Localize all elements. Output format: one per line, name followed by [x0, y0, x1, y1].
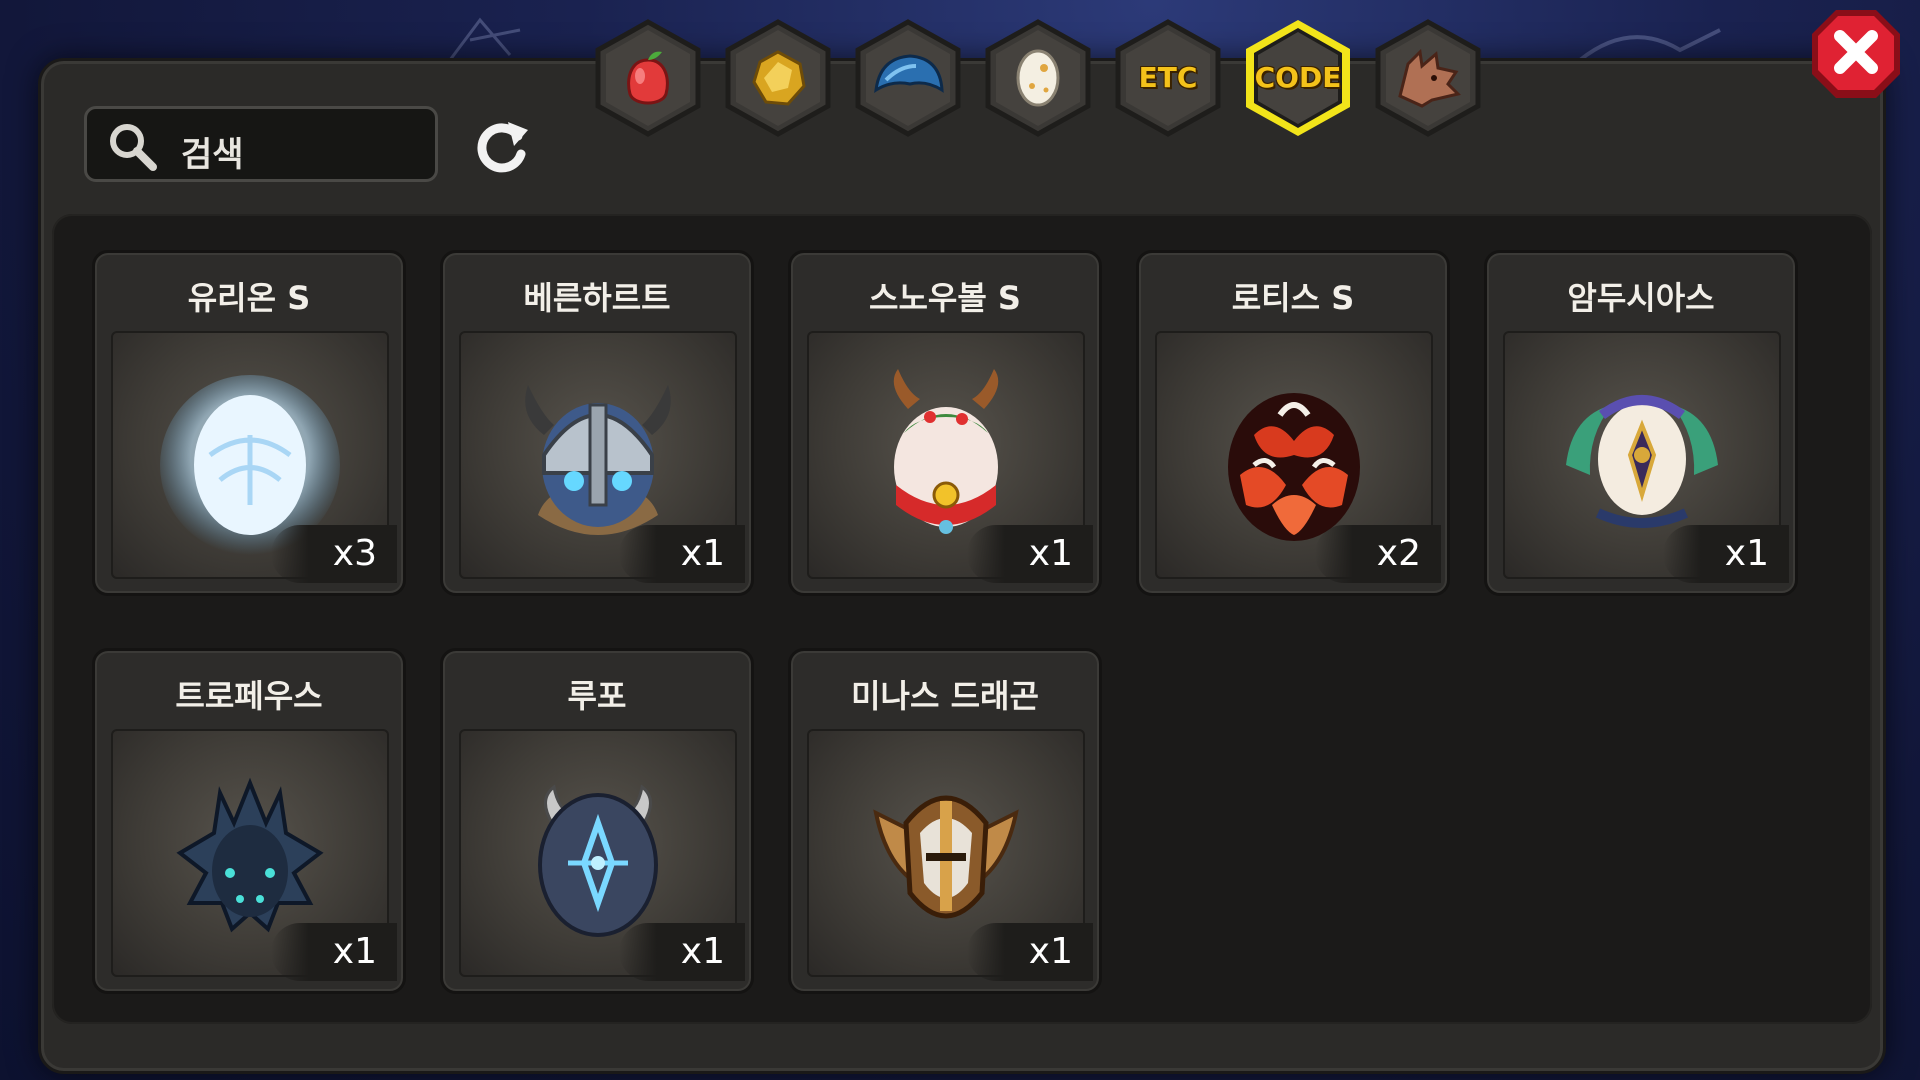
tab-dragon[interactable]: [1372, 18, 1484, 138]
item-card[interactable]: 스노우볼 S x1: [788, 250, 1102, 596]
search-icon: [110, 124, 157, 171]
item-count: x1: [619, 923, 745, 981]
item-count: x2: [1315, 525, 1441, 583]
item-card[interactable]: 루포 x1: [440, 648, 754, 994]
dragon-head-icon: [1398, 48, 1461, 108]
item-count: x1: [271, 923, 397, 981]
item-name: 루포: [567, 677, 627, 715]
item-card[interactable]: 베른하르트 x1: [440, 250, 754, 596]
category-tabs: ETC CODE: [592, 18, 1492, 138]
tab-etc-label: ETC: [1138, 61, 1198, 94]
close-icon[interactable]: [1808, 6, 1904, 102]
item-count: x1: [1663, 525, 1789, 583]
item-name: 암두시아스: [1567, 279, 1715, 317]
egg-icon: [1016, 49, 1060, 107]
item-card[interactable]: 로티스 S x2: [1136, 250, 1450, 596]
search-input[interactable]: 검색: [84, 106, 438, 182]
item-name: 트로페우스: [175, 677, 323, 715]
tab-code[interactable]: CODE: [1242, 18, 1354, 138]
tab-gold[interactable]: [722, 18, 834, 138]
tab-code-label: CODE: [1254, 61, 1342, 94]
search-placeholder: 검색: [181, 135, 244, 175]
tab-etc[interactable]: ETC: [1112, 18, 1224, 138]
item-count: x3: [271, 525, 397, 583]
item-card[interactable]: 유리온 S x3: [92, 250, 406, 596]
item-card[interactable]: 미나스 드래곤 x1: [788, 648, 1102, 994]
tab-egg[interactable]: [982, 18, 1094, 138]
item-count: x1: [967, 923, 1093, 981]
item-name: 로티스 S: [1231, 279, 1355, 317]
tab-scale[interactable]: [852, 18, 964, 138]
item-name: 미나스 드래곤: [851, 677, 1039, 715]
refresh-icon[interactable]: [470, 116, 532, 178]
item-name: 베른하르트: [523, 279, 671, 317]
item-name: 스노우볼 S: [869, 279, 1021, 317]
scale-icon: [874, 54, 944, 93]
tab-fruit[interactable]: [592, 18, 704, 138]
item-name: 유리온 S: [187, 279, 311, 317]
item-count: x1: [619, 525, 745, 583]
item-card[interactable]: 트로페우스 x1: [92, 648, 406, 994]
item-card[interactable]: 암두시아스 x1: [1484, 250, 1798, 596]
gold-icon: [752, 50, 806, 106]
fruit-icon: [627, 51, 669, 105]
item-count: x1: [967, 525, 1093, 583]
